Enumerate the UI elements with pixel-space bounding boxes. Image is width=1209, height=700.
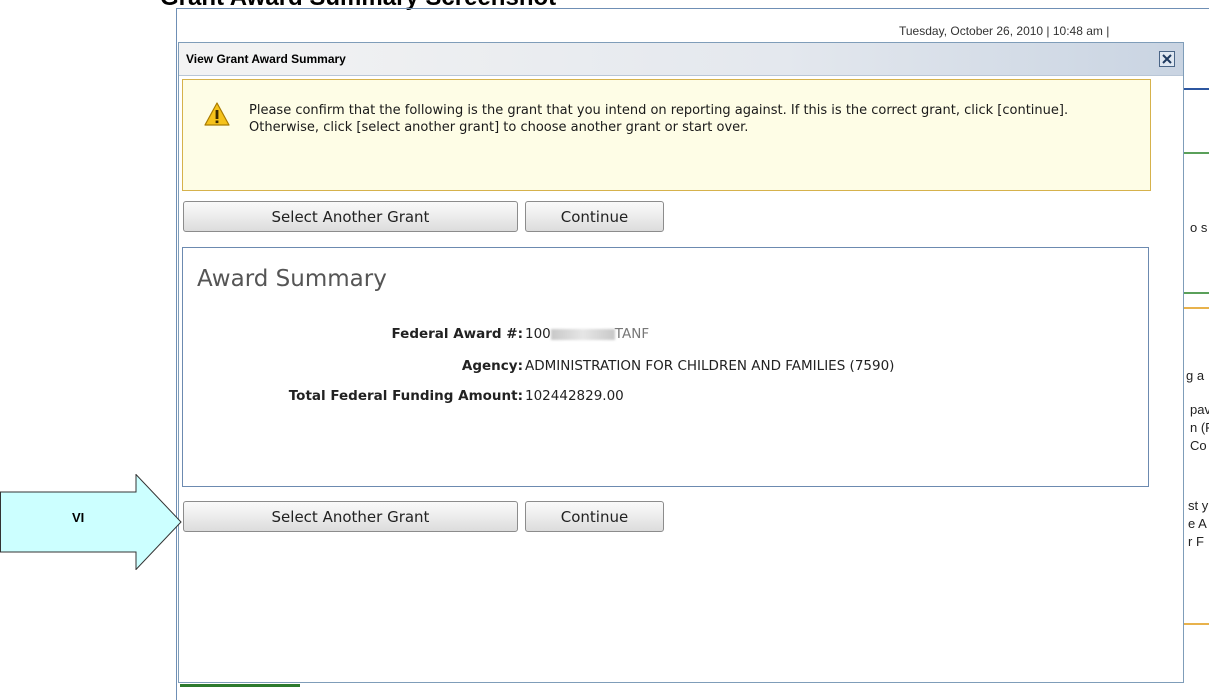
background-divider — [1184, 152, 1209, 154]
select-another-grant-button[interactable]: Select Another Grant — [183, 201, 518, 232]
warning-icon — [204, 102, 230, 126]
background-text-fragment: o s — [1190, 220, 1208, 235]
total-funding-value: 102442829.00 — [525, 388, 624, 404]
agency-value: ADMINISTRATION FOR CHILDREN AND FAMILIES… — [525, 358, 895, 374]
award-summary-panel: Award Summary Federal Award #: 100 TANF A… — [182, 247, 1149, 487]
close-icon[interactable] — [1159, 51, 1175, 67]
background-text-fragment: st y — [1188, 498, 1209, 513]
background-divider — [1184, 88, 1209, 90]
continue-button-bottom[interactable]: Continue — [525, 501, 664, 532]
grant-award-summary-dialog: View Grant Award Summary Please confirm … — [178, 42, 1184, 683]
federal-award-number-visible: 100 — [525, 326, 551, 342]
dialog-title: View Grant Award Summary — [186, 52, 346, 66]
background-datetime: Tuesday, October 26, 2010 | 10:48 am | — [899, 24, 1110, 38]
callout-label: VI — [72, 510, 85, 525]
federal-award-suffix: TANF — [614, 326, 650, 342]
federal-award-value: 100 TANF — [525, 326, 649, 342]
award-summary-heading: Award Summary — [197, 266, 387, 292]
select-another-grant-button-bottom[interactable]: Select Another Grant — [183, 501, 518, 532]
dialog-titlebar[interactable]: View Grant Award Summary — [179, 43, 1183, 76]
background-text-fragment: g a — [1186, 368, 1205, 383]
warning-message-box: Please confirm that the following is the… — [182, 79, 1151, 191]
redacted-blur — [550, 328, 615, 340]
background-text-fragment: e A — [1188, 516, 1207, 531]
background-divider — [1184, 623, 1209, 625]
background-divider — [1184, 292, 1209, 294]
background-text-fragment: pav — [1190, 402, 1209, 417]
warning-text: Please confirm that the following is the… — [249, 103, 1069, 135]
agency-label: Agency: — [461, 358, 523, 374]
total-funding-label: Total Federal Funding Amount: — [288, 388, 523, 404]
background-text-fragment: Co — [1190, 438, 1207, 453]
background-text-fragment: n (F — [1190, 420, 1209, 435]
background-divider — [180, 684, 300, 687]
background-divider — [1184, 307, 1209, 309]
background-text-fragment: r F — [1188, 534, 1204, 549]
federal-award-label: Federal Award #: — [391, 326, 523, 342]
callout-arrow — [0, 474, 182, 570]
continue-button[interactable]: Continue — [525, 201, 664, 232]
